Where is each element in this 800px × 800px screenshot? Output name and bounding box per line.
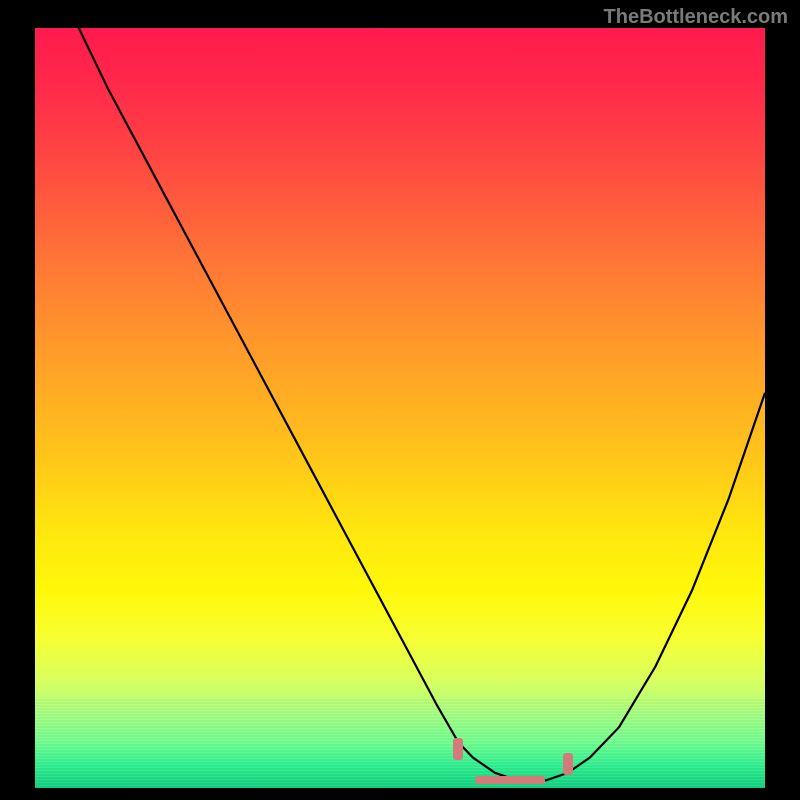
optimal-range-left: [453, 738, 463, 760]
curve-svg: [35, 28, 765, 788]
watermark-text: TheBottleneck.com: [604, 6, 788, 29]
chart-container: TheBottleneck.com: [0, 0, 800, 800]
plot-area: [35, 28, 765, 788]
optimal-range-bottom: [475, 776, 545, 784]
bottleneck-curve: [79, 28, 765, 780]
optimal-range-right: [563, 753, 573, 775]
